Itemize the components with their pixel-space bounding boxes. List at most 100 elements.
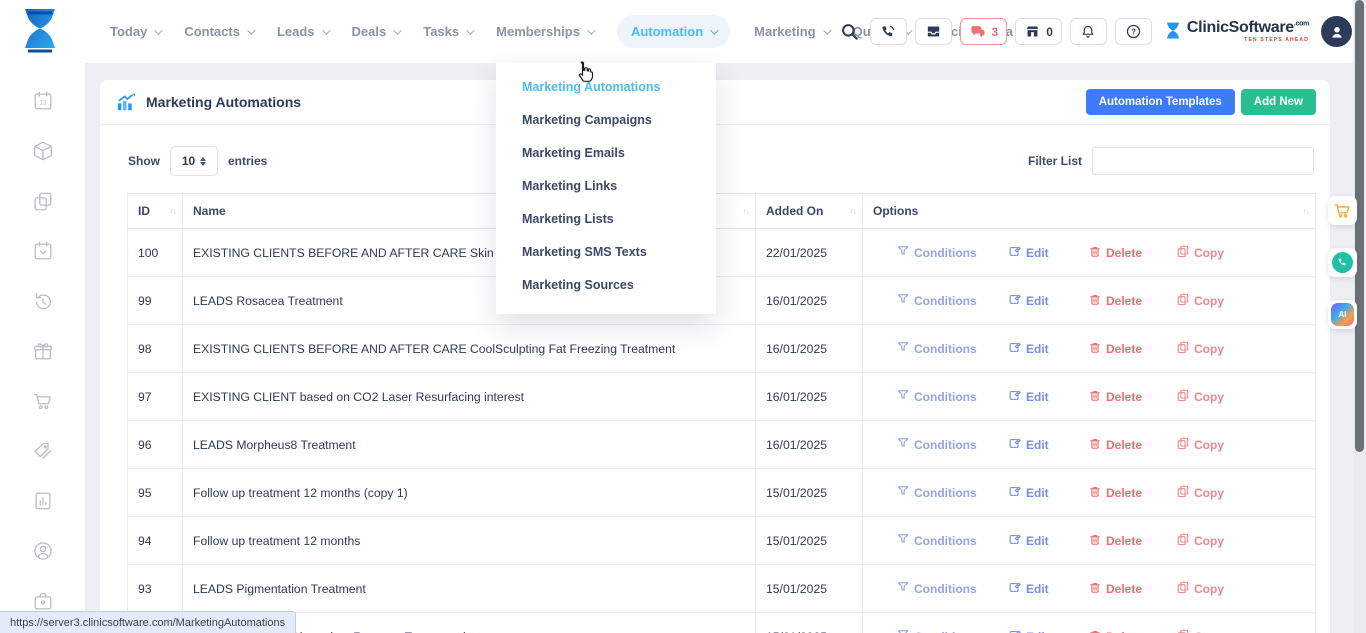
edit-link[interactable]: Edit (1009, 245, 1089, 260)
conditions-link[interactable]: Conditions (897, 293, 1009, 308)
cell-added-on: 16/01/2025 (756, 421, 863, 469)
menu-marketing-links[interactable]: Marketing Links (496, 169, 716, 202)
tags-icon[interactable] (32, 440, 54, 462)
col-header-id[interactable]: ID↑↓ (128, 194, 183, 229)
edit-link[interactable]: Edit (1009, 629, 1089, 633)
sort-icon: ↑↓ (1303, 206, 1310, 216)
report-chart-icon[interactable] (32, 490, 54, 512)
delete-icon (1089, 533, 1101, 548)
edit-link[interactable]: Edit (1009, 581, 1089, 596)
copy-link[interactable]: Copy (1177, 341, 1224, 356)
nav-automation[interactable]: Automation (617, 15, 730, 48)
menu-marketing-sms-texts[interactable]: Marketing SMS Texts (496, 235, 716, 268)
cell-id: 93 (128, 565, 183, 613)
copy-link[interactable]: Copy (1177, 389, 1224, 404)
nav-tasks[interactable]: Tasks (423, 24, 472, 39)
menu-marketing-emails[interactable]: Marketing Emails (496, 136, 716, 169)
table-row: 97EXISTING CLIENT based on CO2 Laser Res… (128, 373, 1316, 421)
menu-marketing-campaigns[interactable]: Marketing Campaigns (496, 103, 716, 136)
nav-marketing[interactable]: Marketing (754, 24, 828, 39)
delete-link[interactable]: Delete (1089, 581, 1177, 596)
messages-button[interactable]: 3 (960, 18, 1008, 45)
conditions-link[interactable]: Conditions (897, 389, 1009, 404)
quick-call-button[interactable] (1328, 248, 1357, 277)
copy-icon (1177, 581, 1189, 596)
delete-link[interactable]: Delete (1089, 389, 1177, 404)
copy-link[interactable]: Copy (1177, 485, 1224, 500)
cart-icon[interactable] (32, 390, 54, 412)
copy-link[interactable]: Copy (1177, 581, 1224, 596)
clinicsoftware-logo-icon[interactable] (18, 7, 62, 57)
nav-deals[interactable]: Deals (352, 24, 400, 39)
col-header-options[interactable]: Options↑↓ (863, 194, 1316, 229)
conditions-link[interactable]: Conditions (897, 533, 1009, 548)
search-icon[interactable] (840, 22, 860, 42)
add-new-button[interactable]: Add New (1241, 89, 1316, 115)
calendar-icon[interactable]: 12 (32, 90, 54, 112)
filter-list-input[interactable] (1092, 147, 1314, 175)
delete-link[interactable]: Delete (1089, 533, 1177, 548)
inbox-button[interactable] (915, 18, 952, 45)
nav-today[interactable]: Today (110, 24, 160, 39)
delete-link[interactable]: Delete (1089, 437, 1177, 452)
delete-link[interactable]: Delete (1089, 629, 1177, 633)
edit-link[interactable]: Edit (1009, 533, 1089, 548)
phone-button[interactable] (870, 18, 907, 45)
brand-name: ClinicSoftware (1187, 19, 1294, 36)
conditions-link[interactable]: Conditions (897, 581, 1009, 596)
package-icon[interactable] (32, 140, 54, 162)
delete-link[interactable]: Delete (1089, 293, 1177, 308)
copy-link[interactable]: Copy (1177, 437, 1224, 452)
menu-marketing-automations[interactable]: Marketing Automations (496, 70, 716, 103)
menu-marketing-lists[interactable]: Marketing Lists (496, 202, 716, 235)
copy-link[interactable]: Copy (1177, 245, 1224, 260)
chat-bubbles-icon (969, 24, 987, 40)
edit-link[interactable]: Edit (1009, 341, 1089, 356)
gift-icon[interactable] (32, 340, 54, 362)
calendar-schedule-icon[interactable] (32, 240, 54, 262)
history-icon[interactable] (32, 290, 54, 312)
svg-text:?: ? (1131, 27, 1136, 36)
conditions-icon (897, 629, 909, 633)
delete-link[interactable]: Delete (1089, 245, 1177, 260)
copy-link[interactable]: Copy (1177, 533, 1224, 548)
nav-leads[interactable]: Leads (277, 24, 328, 39)
chevron-down-icon (247, 26, 255, 34)
quick-cart-button[interactable] (1328, 196, 1357, 225)
store-button[interactable]: 0 (1015, 18, 1062, 45)
conditions-link[interactable]: Conditions (897, 629, 1009, 633)
notifications-button[interactable] (1070, 18, 1107, 45)
delete-link[interactable]: Delete (1089, 341, 1177, 356)
chevron-down-icon (587, 26, 595, 34)
copy-link[interactable]: Copy (1177, 293, 1224, 308)
help-button[interactable]: ? (1115, 18, 1152, 45)
conditions-link[interactable]: Conditions (897, 341, 1009, 356)
table-row: 98EXISTING CLIENTS BEFORE AND AFTER CARE… (128, 325, 1316, 373)
cell-name: Follow up treatment 12 months (183, 517, 756, 565)
col-header-added-on[interactable]: Added On↑↓ (756, 194, 863, 229)
edit-link[interactable]: Edit (1009, 293, 1089, 308)
briefcase-icon[interactable] (32, 590, 54, 612)
delete-link[interactable]: Delete (1089, 485, 1177, 500)
user-circle-icon[interactable] (32, 540, 54, 562)
automation-templates-button[interactable]: Automation Templates (1086, 89, 1235, 115)
nav-memberships[interactable]: Memberships (496, 24, 593, 39)
page-size-select[interactable]: 10 (170, 146, 218, 176)
ai-assistant-button[interactable]: AI (1328, 300, 1357, 329)
menu-marketing-sources[interactable]: Marketing Sources (496, 268, 716, 301)
copy-link[interactable]: Copy (1177, 629, 1224, 633)
conditions-link[interactable]: Conditions (897, 437, 1009, 452)
pages-icon[interactable] (32, 190, 54, 212)
conditions-icon (897, 293, 909, 308)
nav-contacts[interactable]: Contacts (184, 24, 253, 39)
user-avatar[interactable] (1321, 16, 1352, 47)
edit-link[interactable]: Edit (1009, 437, 1089, 452)
copy-icon (1177, 341, 1189, 356)
conditions-link[interactable]: Conditions (897, 485, 1009, 500)
edit-link[interactable]: Edit (1009, 485, 1089, 500)
brand-logo[interactable]: ClinicSoftware.com TEN STEPS AHEAD (1164, 20, 1309, 43)
copy-icon (1177, 437, 1189, 452)
cell-id: 96 (128, 421, 183, 469)
edit-link[interactable]: Edit (1009, 389, 1089, 404)
conditions-link[interactable]: Conditions (897, 245, 1009, 260)
